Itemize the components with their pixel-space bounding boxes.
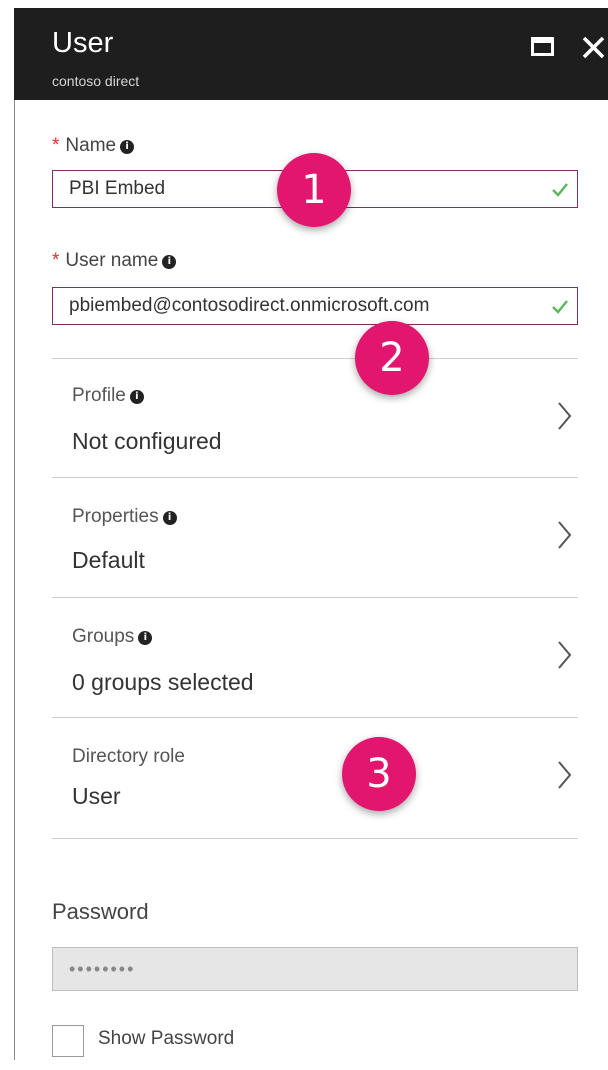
name-input-value: PBI Embed <box>69 178 166 199</box>
info-icon[interactable]: i <box>162 255 177 269</box>
blade-subtitle: contoso direct <box>52 73 140 89</box>
blade-left-border <box>14 100 15 1060</box>
profile-row[interactable]: Profile i Not configured <box>52 359 578 477</box>
profile-label: Profile i <box>72 385 144 407</box>
blade-title: User <box>52 27 114 59</box>
chevron-right-icon <box>558 641 572 669</box>
show-password-label[interactable]: Show Password <box>98 1027 234 1051</box>
valid-check-icon <box>552 300 568 314</box>
directory-role-label: Directory role <box>72 746 185 767</box>
groups-value: 0 groups selected <box>72 669 254 695</box>
info-icon[interactable]: i <box>138 631 153 645</box>
info-icon[interactable]: i <box>120 140 135 154</box>
chevron-right-icon <box>558 521 572 549</box>
close-icon[interactable] <box>579 32 608 62</box>
info-icon[interactable]: i <box>129 390 144 404</box>
show-password-checkbox[interactable] <box>52 1025 84 1057</box>
step-badge-1: 1 <box>277 153 351 227</box>
step-badge-3: 3 <box>342 737 416 811</box>
section-divider <box>52 838 578 839</box>
step-badge-2: 2 <box>355 321 429 395</box>
properties-row[interactable]: Properties i Default <box>52 478 578 596</box>
info-icon[interactable]: i <box>162 511 177 525</box>
chevron-right-icon <box>558 761 572 789</box>
name-label: * Name i <box>52 135 135 157</box>
password-input[interactable]: •••••••• <box>52 947 578 991</box>
chevron-right-icon <box>558 402 572 430</box>
directory-role-row[interactable]: Directory role User <box>52 718 578 836</box>
directory-role-value: User <box>72 783 121 809</box>
username-label: * User name i <box>52 250 177 272</box>
required-marker: * <box>52 135 60 156</box>
groups-row[interactable]: Groups i 0 groups selected <box>52 598 578 716</box>
blade-header: User contoso direct <box>14 8 608 100</box>
properties-label: Properties i <box>72 506 177 528</box>
password-label: Password <box>52 899 149 924</box>
properties-value: Default <box>72 547 145 573</box>
name-label-text: Name <box>65 135 117 156</box>
username-input-value: pbiembed@contosodirect.onmicrosoft.com <box>69 295 430 316</box>
required-marker: * <box>52 250 60 271</box>
groups-label: Groups i <box>72 626 153 648</box>
profile-value: Not configured <box>72 428 222 454</box>
maximize-icon[interactable] <box>528 34 558 60</box>
valid-check-icon <box>552 183 568 197</box>
username-label-text: User name <box>65 250 159 271</box>
username-input[interactable]: pbiembed@contosodirect.onmicrosoft.com <box>52 287 578 325</box>
